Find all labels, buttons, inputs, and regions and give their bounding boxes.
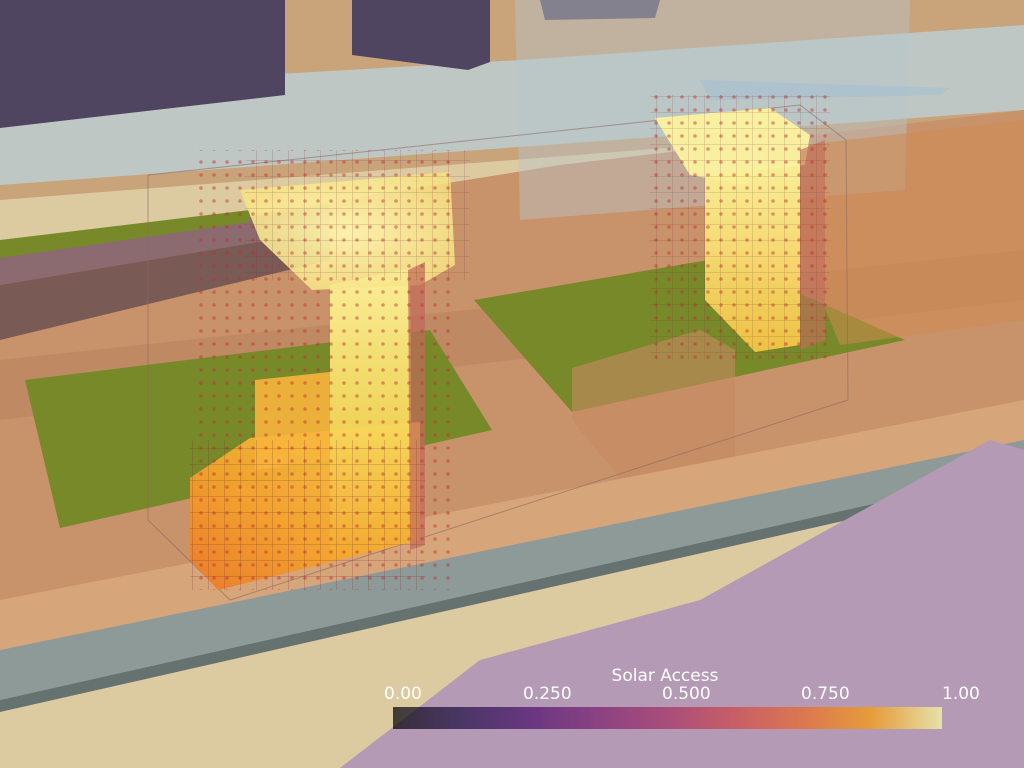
colorbar-legend: Solar Access 0.00 0.250 0.500 0.750 1.00 — [380, 664, 980, 734]
3d-viewport[interactable]: Solar Access 0.00 0.250 0.500 0.750 1.00 — [0, 0, 1024, 768]
scene — [0, 0, 1024, 768]
legend-tick-max: 1.00 — [942, 684, 980, 704]
building-right — [650, 95, 830, 360]
legend-tick-three-quarter: 0.750 — [801, 684, 850, 704]
legend-title: Solar Access — [611, 666, 719, 686]
legend-tick-half: 0.500 — [662, 684, 711, 704]
legend-tick-min: 0.00 — [384, 684, 422, 704]
colorbar-gradient — [393, 707, 942, 729]
legend-tick-quarter: 0.250 — [523, 684, 572, 704]
building-left — [190, 150, 470, 590]
